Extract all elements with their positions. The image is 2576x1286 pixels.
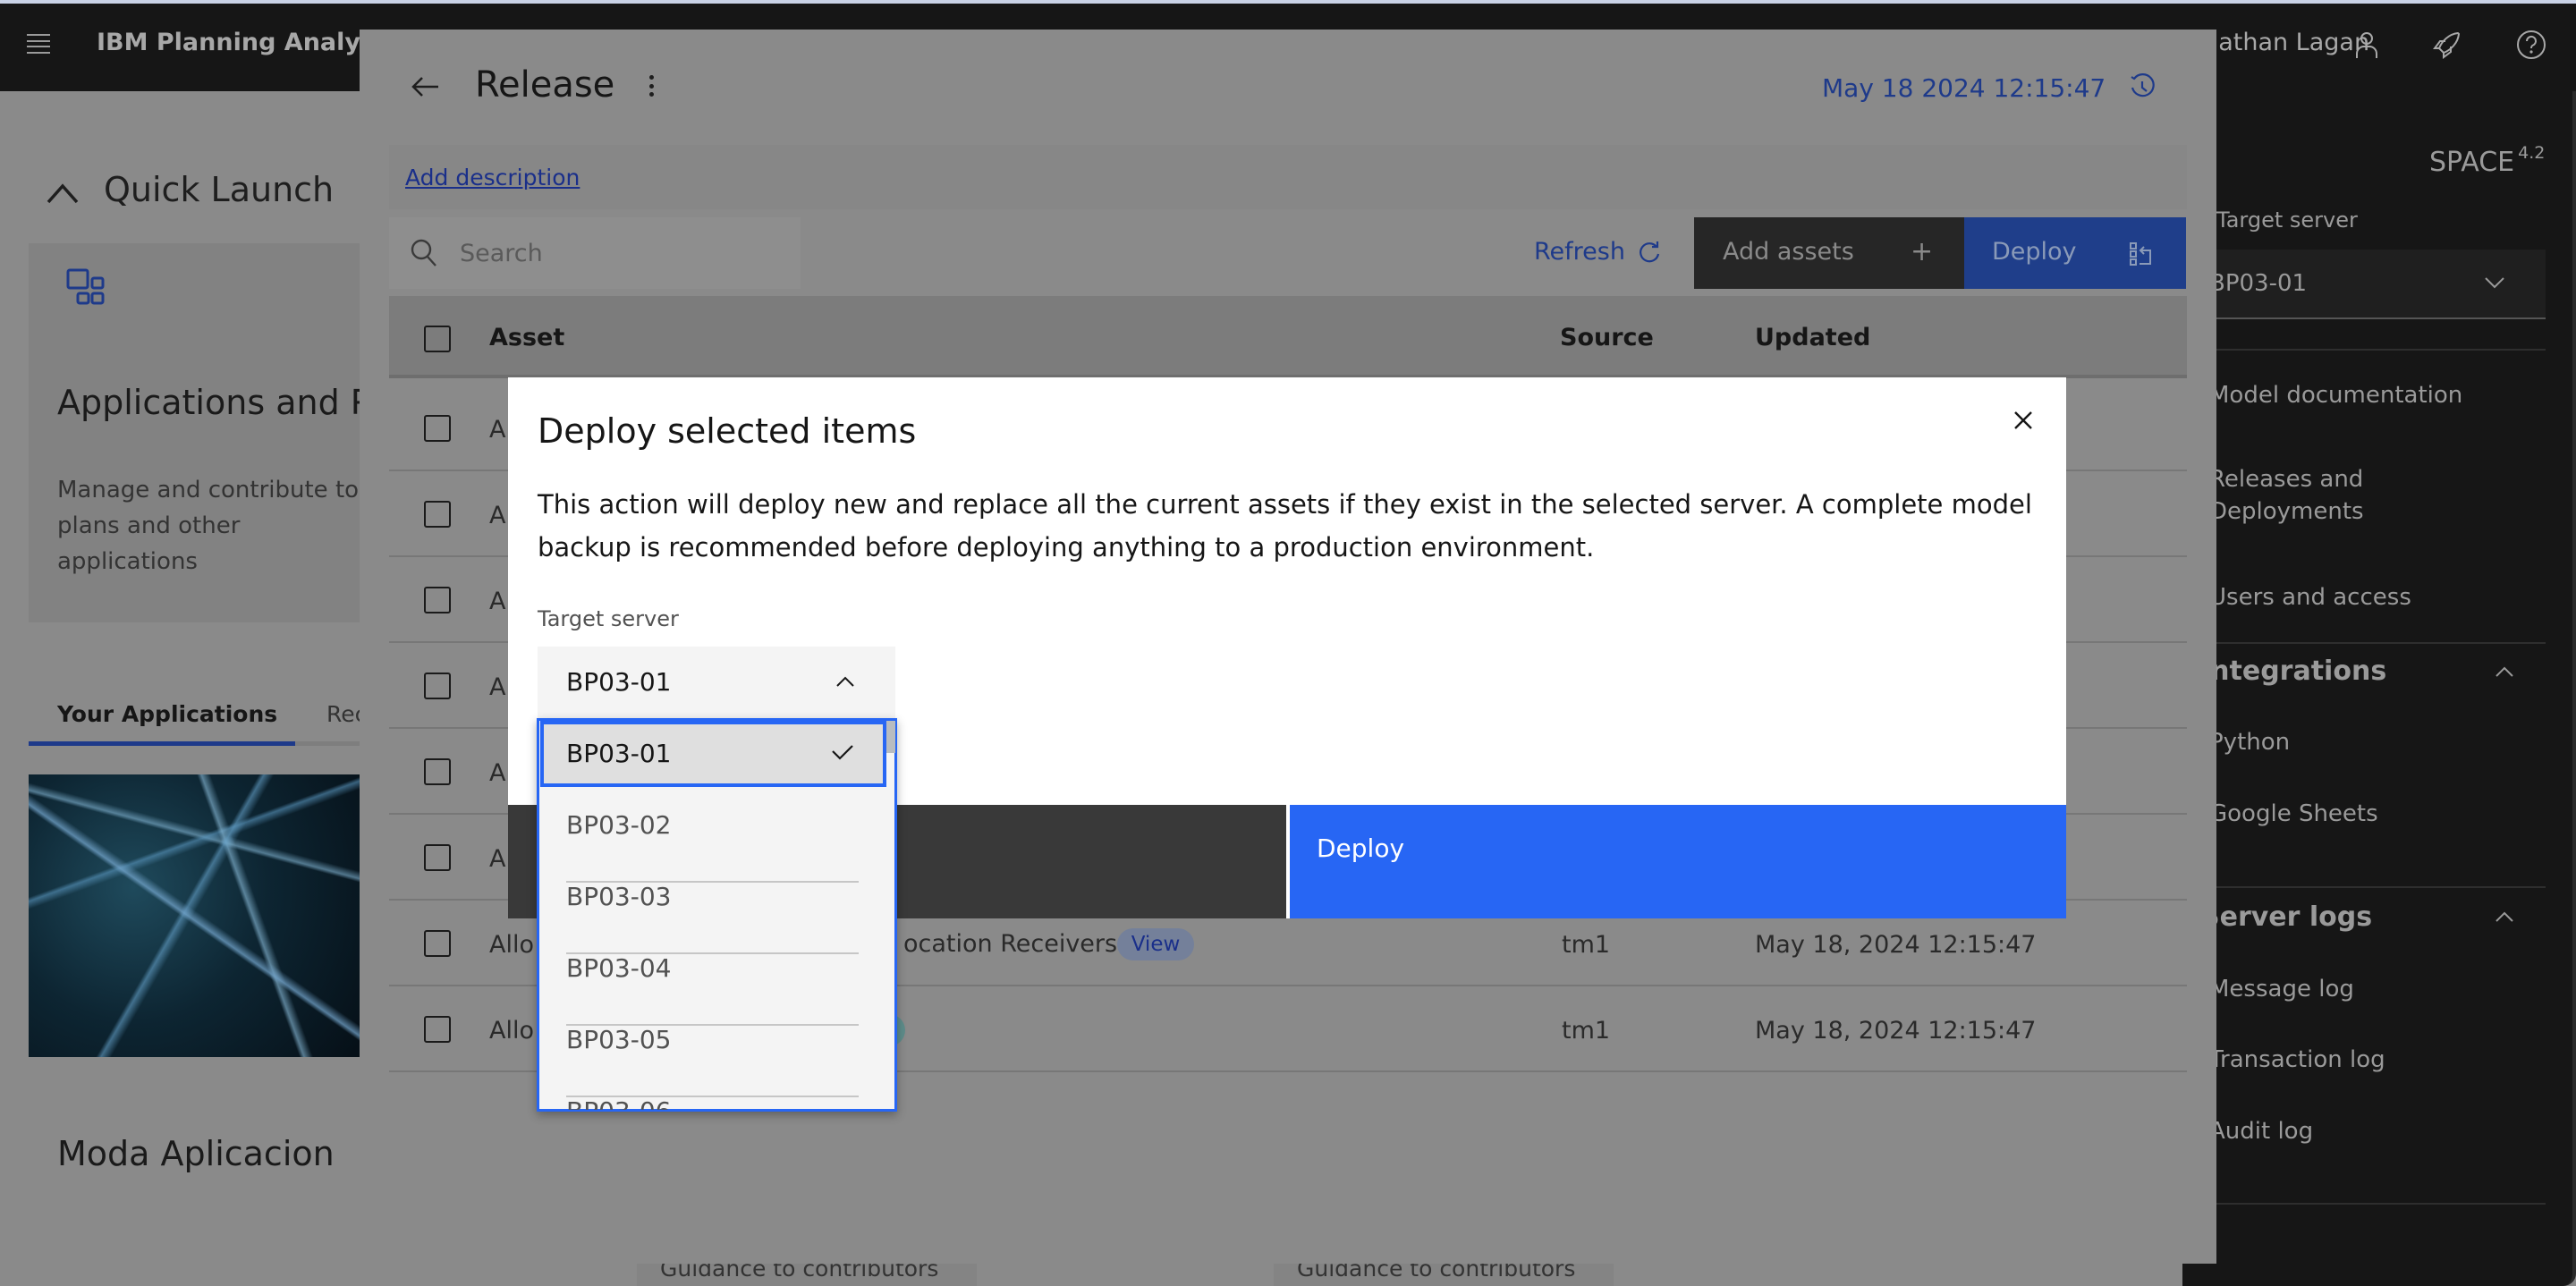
app-card-title: Moda Aplicacion [57,1134,335,1173]
deploy-button-label: Deploy [1317,833,1405,863]
modal-title: Deploy selected items [538,411,917,451]
column-header-updated[interactable]: Updated [1755,324,1870,351]
server-label: Target server [2216,207,2358,233]
dropdown-scrollbar[interactable] [886,721,895,753]
tab-your-applications[interactable]: Your Applications [57,701,277,727]
app-card-image[interactable] [29,774,377,1057]
deploy-toolbar-label: Deploy [1992,238,2077,266]
row-checkbox[interactable] [424,1016,451,1043]
plus-icon: + [1911,236,1934,267]
column-header-source[interactable]: Source [1560,324,1654,351]
sidebar-item-google-sheets[interactable]: Google Sheets [2209,798,2378,830]
sidebar-divider [2182,349,2546,351]
row-checkbox[interactable] [424,844,451,871]
asset-name-tail: ocation Receivers [903,930,1118,958]
sidebar-item-releases[interactable]: Releases and Deployments [2209,463,2442,528]
sidebar-item-transaction-log[interactable]: Transaction log [2209,1044,2385,1076]
sidebar-item-python[interactable]: Python [2209,726,2290,758]
help-icon[interactable] [2515,29,2547,61]
search-placeholder: Search [460,240,543,267]
search-input[interactable] [389,217,801,289]
table-header [389,296,2187,378]
sidebar-divider [2182,642,2546,644]
back-arrow-icon[interactable] [410,75,440,98]
deploy-button[interactable] [1288,805,2066,918]
row-checkbox[interactable] [424,415,451,442]
row-checkbox[interactable] [424,930,451,957]
refresh-icon[interactable] [1637,240,1662,265]
dropdown-option[interactable]: BP03-03 [566,882,671,911]
sidebar-item-model-documentation[interactable]: Model documentation [2209,379,2462,411]
dropdown-option[interactable]: BP03-02 [566,810,671,840]
release-timestamp: May 18 2024 12:15:47 [1822,73,2106,103]
chevron-up-icon[interactable] [2494,664,2515,680]
asset-name: Allo [489,931,534,959]
rocket-icon[interactable] [2431,29,2463,61]
brand-space: SPACE 4.2 [2429,143,2546,178]
chevron-up-icon[interactable] [835,674,855,689]
description-bar [389,145,2187,209]
sidebar-item-message-log[interactable]: Message log [2209,973,2354,1005]
search-icon [411,239,436,267]
sidebar-item-users-access[interactable]: Users and access [2209,581,2411,613]
refresh-button[interactable]: Refresh [1534,238,1625,266]
source-cell: tm1 [1562,931,1611,959]
updated-cell: May 18, 2024 12:15:47 [1755,1017,2037,1045]
source-cell: tm1 [1562,1017,1611,1045]
updated-cell: May 18, 2024 12:15:47 [1755,931,2037,959]
dropdown-option[interactable]: BP03-01 [566,739,671,768]
menu-icon[interactable] [27,34,50,54]
overflow-menu-icon[interactable] [649,75,655,97]
server-select-value: BP03-01 [2209,270,2308,297]
row-checkbox[interactable] [424,587,451,613]
apps-icon [66,268,105,305]
view-tag[interactable]: View [1117,928,1194,960]
sidebar-section-integrations[interactable]: Integrations [2200,656,2386,687]
dropdown-option[interactable]: BP03-04 [566,953,671,983]
release-title: Release [475,64,615,106]
modal-body-text: This action will deploy new and replace … [538,489,2032,563]
row-checkbox[interactable] [424,501,451,528]
close-icon[interactable] [2012,410,2034,431]
user-icon[interactable] [2351,29,2383,61]
row-checkbox[interactable] [424,758,451,785]
select-all-checkbox[interactable] [424,326,451,352]
chevron-up-icon[interactable] [2494,909,2515,925]
checkmark-icon [832,745,853,760]
target-server-label: Target server [538,606,679,631]
history-icon[interactable] [2129,73,2156,100]
chevron-down-icon[interactable] [2483,274,2506,292]
sidebar-divider [2182,886,2546,888]
row-checkbox[interactable] [424,673,451,699]
deploy-icon [2130,242,2151,266]
sidebar-divider [2182,1203,2546,1205]
target-server-value: BP03-01 [566,667,672,697]
tab-active-indicator [29,741,295,746]
quick-launch-title: Quick Launch [104,170,335,209]
asset-name: Allo [489,1017,534,1045]
dropdown-option[interactable]: BP03-05 [566,1025,671,1054]
brand-version: 4.2 [2518,143,2546,163]
add-assets-label: Add assets [1723,238,1854,266]
sidebar-item-audit-log[interactable]: Audit log [2209,1115,2313,1147]
applications-tile-description: Manage and contribute to plans and other… [57,477,360,575]
column-header-asset[interactable]: Asset [489,324,564,351]
add-description-link[interactable]: Add description [405,165,580,190]
chevron-up-icon[interactable] [45,179,80,206]
sidebar-section-server-logs[interactable]: Server logs [2200,901,2372,933]
user-name[interactable]: Nathan Lagan [2200,29,2369,56]
